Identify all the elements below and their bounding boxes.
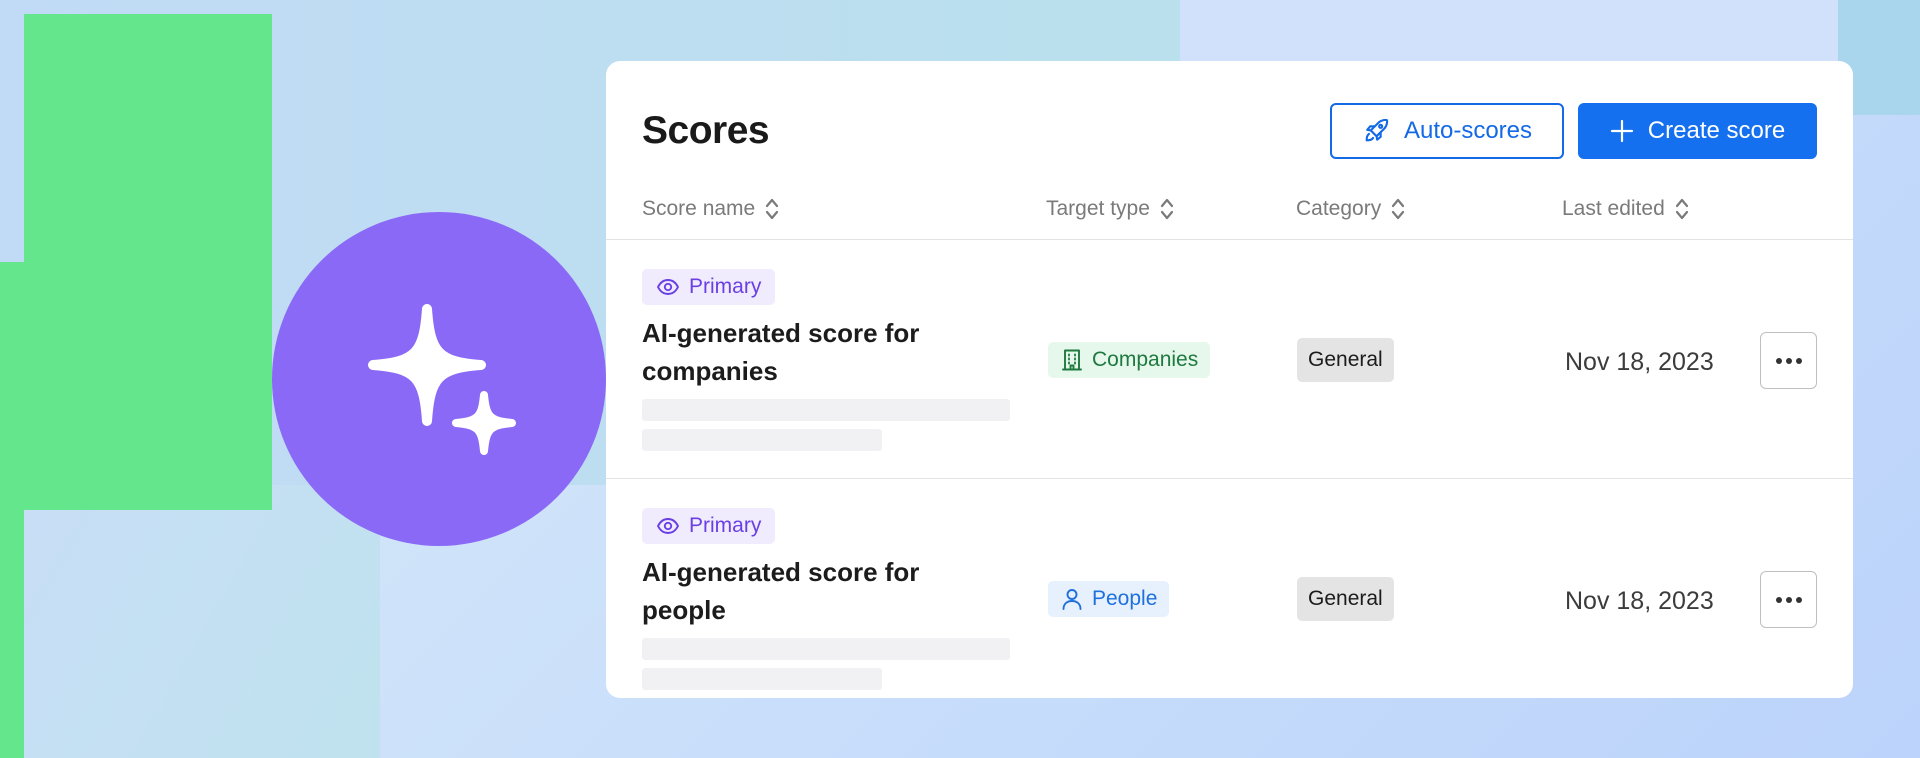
scores-card: Scores Auto-scores Create score Score na… <box>606 61 1853 698</box>
score-name: AI-generated score for companies <box>642 318 920 386</box>
rocket-icon <box>1365 118 1389 142</box>
target-type-label: Companies <box>1092 348 1199 371</box>
more-options-button[interactable] <box>1760 332 1817 389</box>
create-score-label: Create score <box>1647 117 1786 144</box>
description-placeholder <box>642 399 1010 421</box>
column-label: Category <box>1296 197 1382 220</box>
description-placeholder <box>642 429 882 451</box>
eye-icon <box>657 518 679 534</box>
primary-badge: Primary <box>642 508 776 544</box>
sort-icon <box>1392 198 1405 220</box>
primary-badge: Primary <box>642 269 776 305</box>
green-decor-strip <box>0 262 24 758</box>
column-header-category[interactable]: Category <box>1296 194 1405 224</box>
building-icon <box>1062 349 1082 371</box>
ellipsis-icon <box>1775 596 1802 603</box>
last-edited-date: Nov 18, 2023 <box>1565 587 1714 615</box>
green-decor-block <box>24 14 272 510</box>
category-pill: General <box>1297 338 1394 382</box>
sort-icon <box>1160 198 1174 220</box>
person-icon <box>1062 589 1082 610</box>
auto-scores-button[interactable]: Auto-scores <box>1330 103 1564 159</box>
plus-icon <box>1610 119 1633 143</box>
ai-sparkle-badge <box>272 212 606 546</box>
more-options-button[interactable] <box>1760 571 1817 628</box>
description-placeholder <box>642 638 1010 660</box>
page-title: Scores <box>642 109 770 152</box>
table-row[interactable]: Primary AI-generated score for people Pe… <box>606 479 1853 698</box>
column-header-last-edited[interactable]: Last edited <box>1562 194 1689 224</box>
last-edited-date: Nov 18, 2023 <box>1565 348 1714 376</box>
ellipsis-icon <box>1775 357 1802 364</box>
sparkle-icon <box>368 304 516 455</box>
auto-scores-label: Auto-scores <box>1403 117 1533 144</box>
column-label: Target type <box>1046 197 1150 220</box>
column-label: Score name <box>642 197 756 220</box>
column-header-target-type[interactable]: Target type <box>1046 194 1174 224</box>
column-header-score-name[interactable]: Score name <box>642 194 779 224</box>
eye-icon <box>657 279 679 295</box>
badge-label: Primary <box>689 275 762 298</box>
target-type-pill: Companies <box>1048 342 1211 378</box>
card-header: Scores Auto-scores Create score <box>642 103 1817 161</box>
target-type-pill: People <box>1048 581 1170 617</box>
create-score-button[interactable]: Create score <box>1578 103 1817 159</box>
category-pill: General <box>1297 577 1394 621</box>
table-row[interactable]: Primary AI-generated score for companies… <box>606 240 1853 478</box>
sort-icon <box>1675 198 1688 220</box>
score-name: AI-generated score for people <box>642 557 920 625</box>
column-label: Last edited <box>1562 197 1665 220</box>
description-placeholder <box>642 668 882 690</box>
target-type-label: People <box>1092 587 1158 610</box>
sort-icon <box>766 198 779 220</box>
badge-label: Primary <box>689 514 762 537</box>
